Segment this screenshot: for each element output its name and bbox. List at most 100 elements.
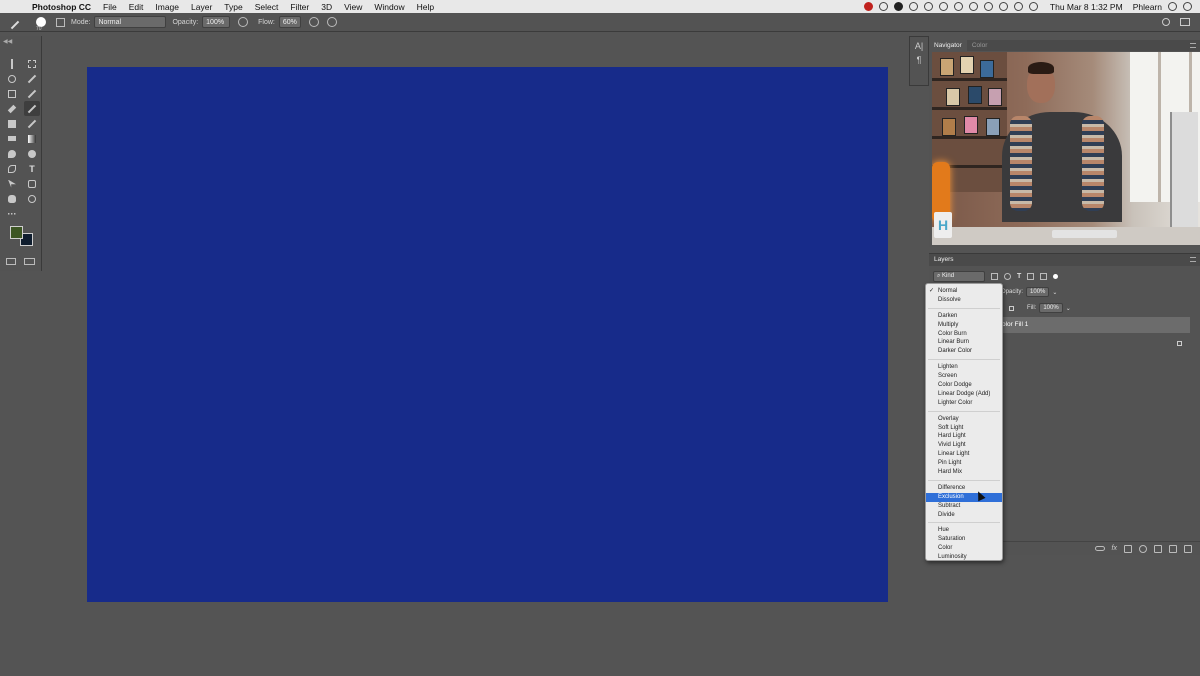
magic-wand-tool-icon[interactable] — [24, 71, 40, 86]
blend-mode-soft-light[interactable]: Soft Light — [926, 424, 1002, 433]
volume-icon[interactable] — [1013, 2, 1023, 11]
layer-style-icon[interactable]: fx — [1112, 545, 1117, 553]
menu-edit[interactable]: Edit — [129, 2, 144, 12]
menu-image[interactable]: Image — [155, 2, 179, 12]
more-tools-icon[interactable]: ··· — [4, 206, 20, 221]
dodge-tool-icon[interactable] — [24, 146, 40, 161]
screen-mode-icon[interactable] — [24, 258, 35, 265]
brush-preset-picker[interactable]: 70 — [36, 17, 46, 32]
blend-mode-normal[interactable]: Normal — [926, 287, 1002, 296]
blend-mode-hue[interactable]: Hue — [926, 526, 1002, 535]
blend-mode-linear-light[interactable]: Linear Light — [926, 450, 1002, 459]
creative-cloud-icon[interactable] — [878, 2, 888, 11]
blend-mode-exclusion[interactable]: Exclusion — [926, 492, 1002, 502]
zoom-tool-icon[interactable] — [24, 191, 40, 206]
record-icon[interactable] — [863, 2, 873, 11]
blend-mode-linear-burn[interactable]: Linear Burn — [926, 338, 1002, 347]
blend-mode-color[interactable]: Color — [926, 544, 1002, 553]
path-selection-tool-icon[interactable] — [4, 176, 20, 191]
mode-select[interactable]: Normal — [94, 16, 167, 28]
clock[interactable]: Thu Mar 8 1:32 PM — [1050, 2, 1123, 12]
lock-icon[interactable] — [938, 2, 948, 11]
move-tool-icon[interactable] — [4, 56, 20, 71]
brush-tool-icon[interactable] — [8, 15, 22, 29]
menu-select[interactable]: Select — [255, 2, 279, 12]
lock-all-icon[interactable] — [1009, 305, 1014, 311]
blend-mode-darker-color[interactable]: Darker Color — [926, 347, 1002, 356]
character-panel-icon[interactable]: A| — [910, 41, 928, 51]
blend-mode-dissolve[interactable]: Dissolve — [926, 296, 1002, 305]
blend-mode-linear-dodge-add[interactable]: Linear Dodge (Add) — [926, 390, 1002, 399]
add-mask-icon[interactable] — [1124, 544, 1132, 553]
layers-panel-title[interactable]: Layers — [929, 254, 1200, 266]
eyedropper-tool-icon[interactable] — [24, 86, 40, 101]
opacity-field[interactable]: 100% — [202, 16, 231, 28]
pen-tool-icon[interactable] — [4, 161, 20, 176]
menu-help[interactable]: Help — [417, 2, 434, 12]
navigator-thumbnail[interactable]: H — [932, 52, 1200, 245]
airplay-icon[interactable] — [998, 2, 1008, 11]
menu-photoshop[interactable]: Photoshop CC — [32, 2, 91, 12]
brush-settings-toggle-icon[interactable] — [56, 17, 65, 27]
blend-mode-darken[interactable]: Darken — [926, 312, 1002, 321]
shape-tool-icon[interactable] — [24, 176, 40, 191]
gradient-tool-icon[interactable] — [24, 131, 40, 146]
blend-mode-divide[interactable]: Divide — [926, 511, 1002, 520]
menu-3d[interactable]: 3D — [321, 2, 332, 12]
tab-color[interactable]: Color — [967, 42, 993, 49]
blend-mode-difference[interactable]: Difference — [926, 484, 1002, 493]
blend-mode-overlay[interactable]: Overlay — [926, 415, 1002, 424]
brush-tool-button-icon[interactable] — [24, 101, 40, 116]
menu-layer[interactable]: Layer — [191, 2, 212, 12]
panel-menu-icon[interactable] — [1190, 43, 1196, 48]
notification-center-icon[interactable] — [1183, 2, 1192, 11]
smart-object-filter-icon[interactable] — [1040, 272, 1048, 280]
blur-tool-icon[interactable] — [4, 146, 20, 161]
dropbox-icon[interactable] — [893, 2, 903, 11]
paragraph-panel-icon[interactable]: ¶ — [910, 55, 928, 65]
hand-tool-icon[interactable] — [4, 191, 20, 206]
crop-tool-icon[interactable] — [4, 86, 20, 101]
tab-navigator[interactable]: Navigator — [929, 40, 967, 51]
blend-mode-vivid-light[interactable]: Vivid Light — [926, 441, 1002, 450]
blend-mode-hard-mix[interactable]: Hard Mix — [926, 468, 1002, 477]
filter-toggle-icon[interactable] — [1053, 273, 1059, 279]
type-filter-icon[interactable]: T — [1017, 273, 1021, 280]
new-group-icon[interactable] — [1154, 544, 1162, 553]
blend-mode-color-burn[interactable]: Color Burn — [926, 330, 1002, 339]
layer-fill-field[interactable]: 100% — [1039, 303, 1063, 313]
menu-file[interactable]: File — [103, 2, 117, 12]
workspace-icon[interactable] — [1180, 18, 1190, 26]
info-icon[interactable] — [923, 2, 933, 11]
clone-stamp-tool-icon[interactable] — [4, 116, 20, 131]
menu-window[interactable]: Window — [374, 2, 404, 12]
blend-mode-lighter-color[interactable]: Lighter Color — [926, 399, 1002, 408]
quick-mask-icon[interactable] — [6, 258, 16, 265]
blend-mode-hard-light[interactable]: Hard Light — [926, 432, 1002, 441]
user-name[interactable]: Phlearn — [1133, 2, 1162, 12]
blend-mode-multiply[interactable]: Multiply — [926, 321, 1002, 330]
lasso-tool-icon[interactable] — [4, 71, 20, 86]
blend-mode-subtract[interactable]: Subtract — [926, 502, 1002, 511]
kind-filter-select[interactable]: ⌕ Kind — [933, 270, 985, 282]
history-brush-tool-icon[interactable] — [24, 116, 40, 131]
pressure-size-icon[interactable] — [326, 17, 337, 27]
flow-field[interactable]: 60% — [278, 16, 301, 28]
foreground-color-swatch[interactable] — [10, 226, 23, 239]
bluetooth-icon[interactable] — [968, 2, 978, 11]
blend-mode-color-dodge[interactable]: Color Dodge — [926, 381, 1002, 390]
link-layers-icon[interactable] — [1094, 546, 1105, 551]
blend-mode-pin-light[interactable]: Pin Light — [926, 459, 1002, 468]
blend-mode-saturation[interactable]: Saturation — [926, 535, 1002, 544]
menu-type[interactable]: Type — [224, 2, 242, 12]
eraser-tool-icon[interactable] — [4, 131, 20, 146]
search-icon[interactable] — [1162, 18, 1170, 26]
delete-layer-icon[interactable] — [1184, 544, 1192, 553]
opacity-chevron-icon[interactable]: ⌄ — [1052, 289, 1057, 296]
shape-filter-icon[interactable] — [1027, 272, 1035, 280]
marquee-tool-icon[interactable] — [24, 56, 40, 71]
adjustment-filter-icon[interactable] — [1004, 272, 1011, 280]
layer-opacity-field[interactable]: 100% — [1026, 287, 1050, 297]
wifi-icon[interactable] — [983, 2, 993, 11]
document-canvas[interactable] — [87, 67, 888, 602]
